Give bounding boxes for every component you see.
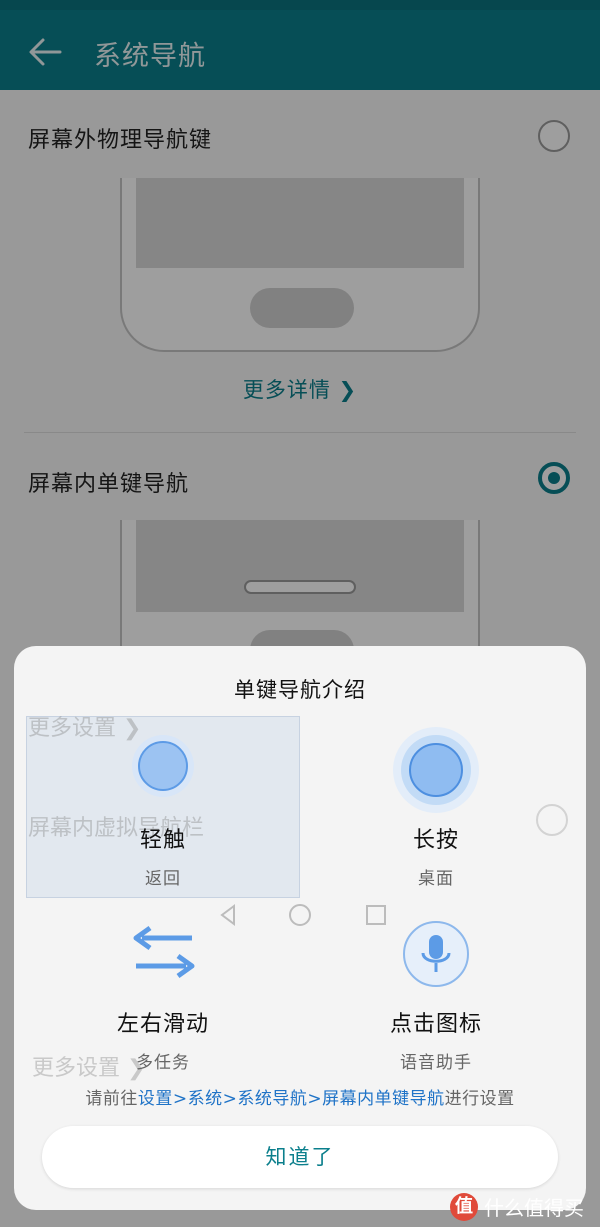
gesture-long-press-label: 长按 [412,828,459,853]
gesture-icon-click: 点击图标 语音助手 [336,1006,536,1073]
gesture-tap-label: 轻触 [139,828,186,853]
dialog-title: 单键导航介绍 [234,678,366,702]
note-suffix: 进行设置 [444,1089,515,1109]
gesture-tap-sub: 返回 [145,869,181,889]
ghost-link: 更多设置 ❯ [28,716,142,741]
gesture-tap: 轻触 返回 [63,822,263,889]
ok-button[interactable]: 知道了 [42,1126,558,1188]
ghost-radio [536,804,568,836]
gesture-swipe: 左右滑动 多任务 [63,1006,263,1073]
note-prefix: 请前往 [85,1089,138,1109]
watermark-badge: 值 [450,1192,478,1221]
watermark-text: 什么值得买 [484,1196,584,1220]
gesture-swipe-sub: 多任务 [136,1053,190,1073]
gesture-swipe-label: 左右滑动 [116,1012,209,1037]
settings-path-link[interactable]: 设置>系统>系统导航>屏幕内单键导航 [138,1089,445,1109]
swap-arrows-icon [133,925,195,979]
gesture-long-press-sub: 桌面 [418,869,454,889]
tap-circle-icon [132,735,194,797]
settings-path-note: 请前往设置>系统>系统导航>屏幕内单键导航进行设置 [14,1084,586,1109]
watermark: 值 什么值得买 [450,1192,584,1221]
gesture-icon-click-label: 点击图标 [389,1012,482,1037]
gesture-long-press: 长按 桌面 [336,822,536,889]
intro-dialog: 单键导航介绍 更多设置 ❯ 屏幕内虚拟导航栏 更多设置 ❯ 轻触 返回 长按 桌… [14,646,586,1210]
microphone-icon [403,921,469,987]
ghost-nav-buttons [220,904,386,926]
gesture-icon-click-sub: 语音助手 [400,1053,472,1073]
long-press-circle-icon [393,727,479,813]
